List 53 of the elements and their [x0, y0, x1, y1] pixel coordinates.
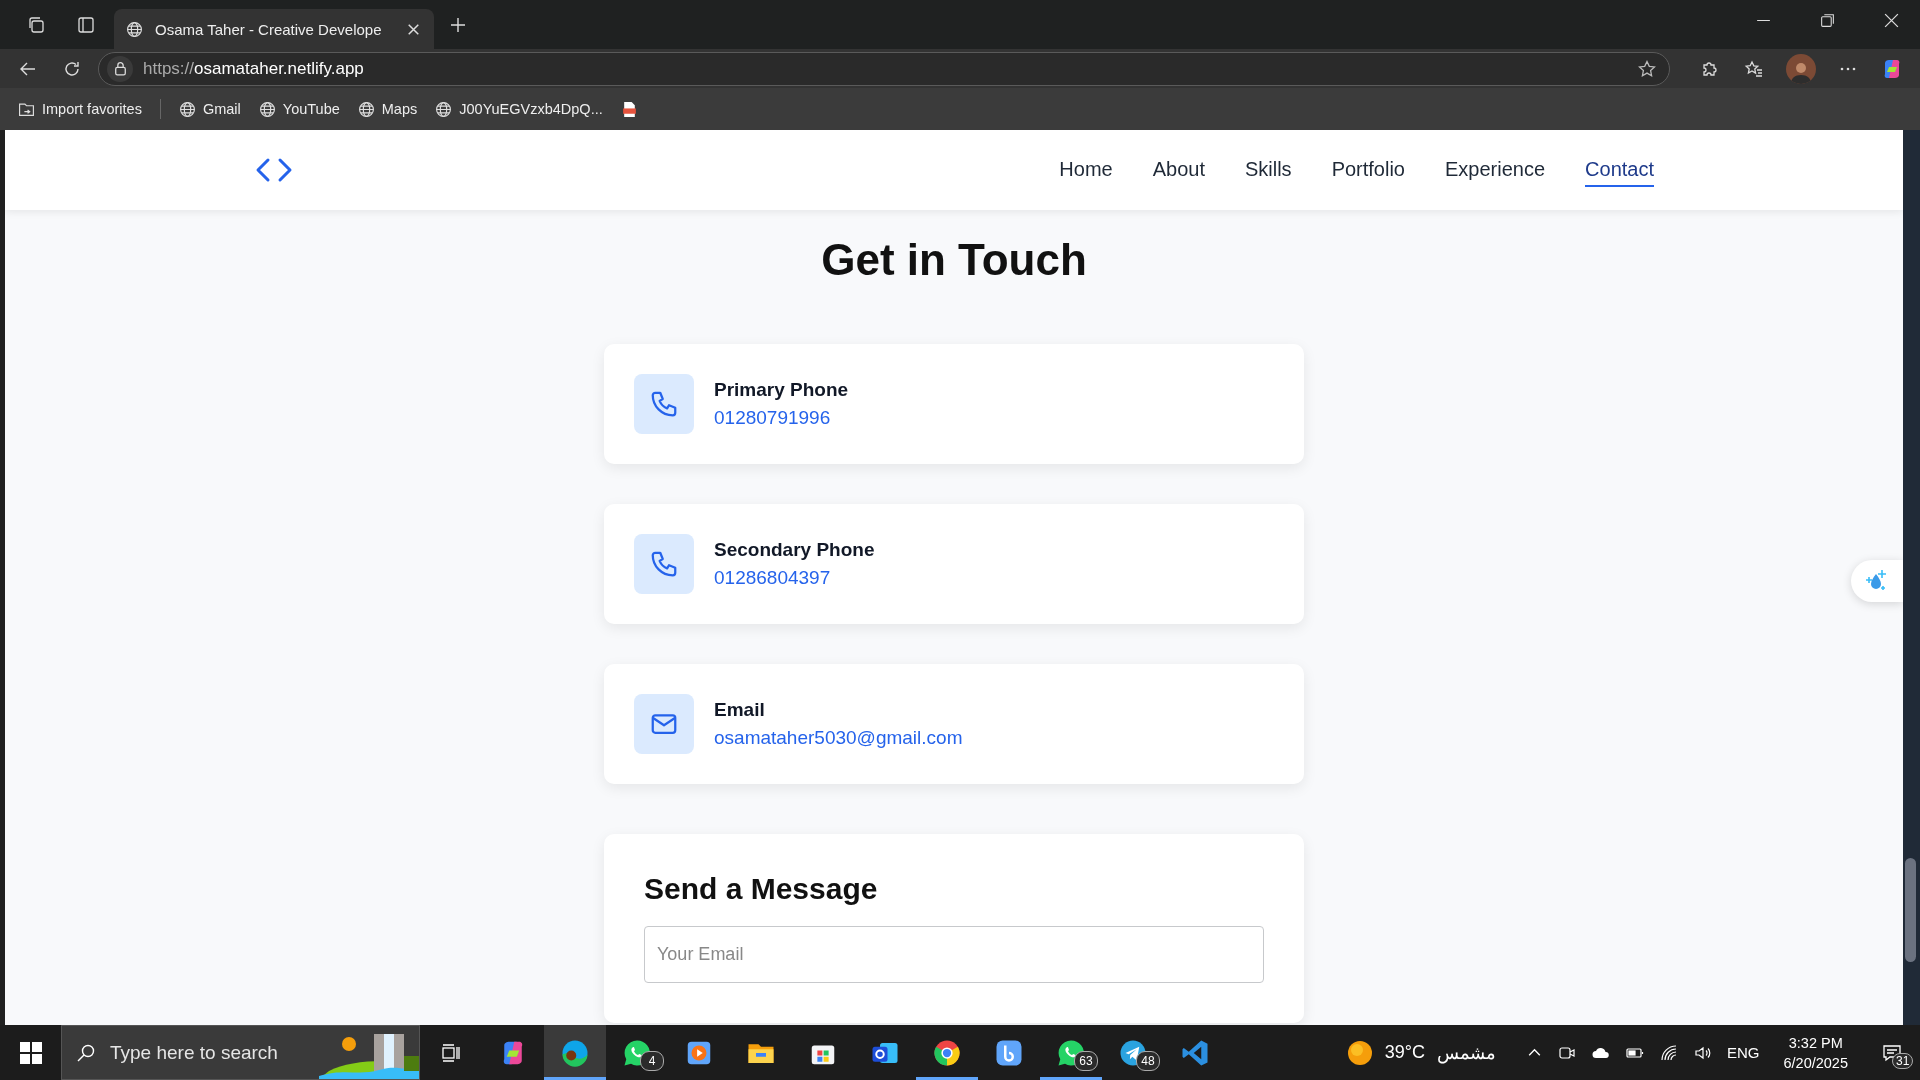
notification-badge: 31 — [1892, 1052, 1914, 1069]
browser-tab[interactable]: Osama Taher - Creative Develope — [114, 9, 434, 49]
bookmark[interactable]: Import favorites — [12, 96, 148, 122]
phone-icon — [634, 374, 694, 435]
star-icon[interactable] — [1637, 58, 1657, 79]
email-address-link[interactable]: osamataher5030@gmail.com — [714, 727, 963, 750]
floating-button[interactable] — [1851, 560, 1903, 602]
form-title: Send a Message — [644, 872, 879, 907]
globe-icon — [258, 100, 276, 118]
taskbar-app[interactable]: 4 — [606, 1025, 668, 1080]
bookmark[interactable]: Gmail — [172, 96, 247, 122]
address-bar[interactable]: https://osamataher.netlify.app — [98, 51, 1670, 86]
search-icon — [76, 1042, 96, 1063]
bookmark[interactable]: J00YuEGVzxb4DpQ... — [429, 96, 609, 122]
url-text: https://osamataher.netlify.app — [143, 58, 365, 79]
temperature: 39°C — [1384, 1042, 1425, 1063]
nav-link[interactable]: About — [1152, 153, 1205, 187]
sun-icon[interactable] — [1346, 1039, 1373, 1066]
search-field[interactable]: Type here to search — [110, 1041, 305, 1064]
phone-number-link[interactable]: 01286804397 — [714, 567, 831, 590]
clock[interactable]: 3:32 PM 6/20/2025 — [1783, 1034, 1848, 1071]
phone-icon — [634, 534, 694, 595]
section-heading: Get in Touch — [821, 236, 1087, 285]
nav-link[interactable]: Contact — [1585, 153, 1654, 187]
nav-link[interactable]: Skills — [1244, 153, 1292, 187]
notification-badge: 48 — [1136, 1051, 1160, 1071]
nav-link[interactable]: Home — [1059, 153, 1113, 187]
nav-link[interactable]: Portfolio — [1331, 153, 1405, 187]
bookmark[interactable]: Maps — [351, 96, 424, 122]
wifi-icon[interactable] — [1658, 1042, 1679, 1063]
language-indicator[interactable]: ENG — [1726, 1044, 1760, 1061]
notification-badge: 63 — [1074, 1051, 1098, 1071]
windows-logo-icon — [19, 1041, 42, 1064]
envelope-icon — [634, 694, 694, 755]
contact-label: Email — [714, 699, 766, 722]
globe-icon — [357, 100, 375, 118]
globe-icon — [126, 20, 143, 38]
email-field[interactable]: Your Email — [644, 926, 1264, 984]
code-brackets-logo[interactable] — [254, 156, 294, 184]
nav-link[interactable]: Experience — [1445, 153, 1546, 187]
profile-avatar[interactable] — [1786, 53, 1816, 84]
notification-badge: 4 — [640, 1051, 664, 1071]
contact-label: Primary Phone — [714, 379, 849, 402]
notification-center-button[interactable]: 31 — [1872, 1032, 1912, 1073]
taskbar-app[interactable]: 63 — [1040, 1025, 1102, 1080]
globe-icon — [435, 100, 453, 118]
taskbar-app[interactable]: 48 — [1102, 1025, 1164, 1080]
weather-condition: مشمس — [1436, 1041, 1496, 1064]
scrollbar[interactable] — [1903, 130, 1920, 1025]
phone-number-link[interactable]: 01280791996 — [714, 407, 831, 430]
bookmark[interactable]: YouTube — [252, 96, 346, 122]
contact-label: Secondary Phone — [714, 539, 875, 562]
globe-icon — [178, 100, 196, 118]
